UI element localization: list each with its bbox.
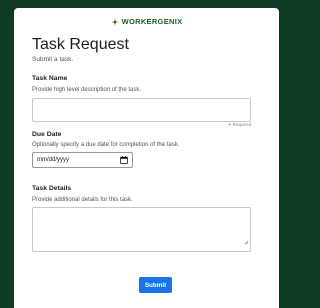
submit-button[interactable]: Submit <box>139 277 172 293</box>
task-name-help: Provide high level description of the ta… <box>32 87 142 93</box>
required-note: ✶ Required <box>227 122 251 127</box>
page-title: Task Request <box>32 36 129 53</box>
task-name-label: Task Name <box>32 75 68 82</box>
task-details-help: Provide additional details for this task… <box>32 197 133 203</box>
task-details-label: Task Details <box>32 185 72 192</box>
due-date-input[interactable]: mm/dd/yyyy <box>32 152 133 168</box>
leaf-icon <box>110 17 119 26</box>
task-name-input[interactable] <box>32 98 251 122</box>
resize-grip-icon[interactable] <box>244 232 249 250</box>
task-details-textarea[interactable] <box>32 207 251 252</box>
due-date-placeholder: mm/dd/yyyy <box>37 157 70 163</box>
brand-logo: WORKERGENIX <box>14 17 279 26</box>
brand-name: WORKERGENIX <box>121 17 183 26</box>
due-date-help: Optionally specify a due date for comple… <box>32 142 180 148</box>
calendar-icon[interactable] <box>120 156 128 164</box>
page-subtitle: Submit a task. <box>32 56 74 63</box>
due-date-label: Due Date <box>32 131 62 138</box>
form-card: WORKERGENIX Task Request Submit a task. … <box>14 8 279 308</box>
